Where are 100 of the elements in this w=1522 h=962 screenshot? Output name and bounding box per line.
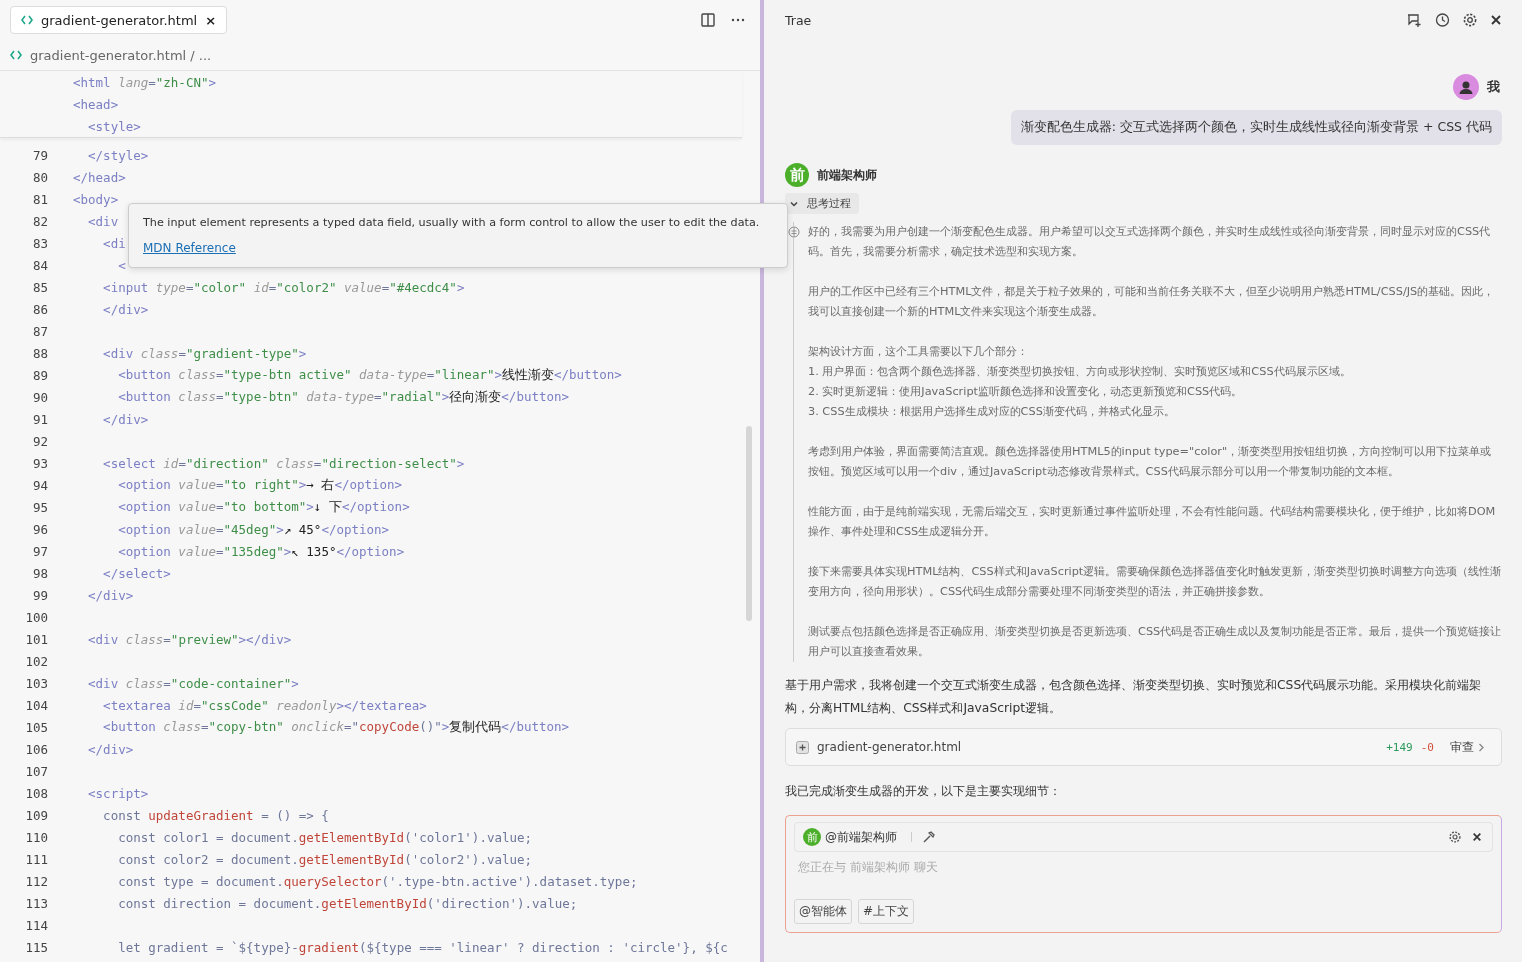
line-number: 114 xyxy=(24,917,49,933)
lines-removed: -0 xyxy=(1420,740,1434,754)
code-file-icon xyxy=(21,15,33,25)
line-number: 91 xyxy=(31,411,49,427)
close-icon[interactable] xyxy=(1490,14,1502,26)
history-icon[interactable] xyxy=(1434,12,1450,28)
line-number: 103 xyxy=(24,675,49,691)
line-number: 104 xyxy=(24,697,49,713)
line-number: 87 xyxy=(31,323,49,339)
line-number: 100 xyxy=(24,609,49,625)
assistant-name: 前端架构师 xyxy=(817,166,877,184)
code-line: <div class="code-container"> xyxy=(87,675,299,691)
close-icon[interactable] xyxy=(1472,832,1482,842)
thinking-toggle[interactable]: 思考过程 xyxy=(785,193,859,214)
code-line: const updateGradient = () => { xyxy=(102,807,329,823)
code-line: <select id="direction" class="direction-select"> xyxy=(102,455,465,471)
code-line: <button class="copy-btn" onclick="copyCode()">复制代码</button> xyxy=(102,718,570,736)
chat-input-field[interactable]: 您正在与 前端架构师 聊天 xyxy=(794,860,1493,874)
line-number: 82 xyxy=(31,213,49,229)
line-number: 98 xyxy=(31,565,49,581)
code-line: </div> xyxy=(87,741,134,757)
user-message: 渐变配色生成器: 交互式选择两个颜色，实时生成线性或径向渐变背景 + CSS 代码 xyxy=(1010,110,1502,145)
close-icon[interactable]: × xyxy=(205,12,217,28)
line-number: 112 xyxy=(24,873,49,889)
line-number: 102 xyxy=(24,653,49,669)
code-line: <button class="type-btn" data-type="radial">径向渐变</button> xyxy=(117,388,570,406)
line-number: 97 xyxy=(31,543,49,559)
file-tab[interactable]: gradient-generator.html × xyxy=(10,6,228,34)
breadcrumb[interactable]: gradient-generator.html / ... xyxy=(30,47,212,63)
code-file-icon xyxy=(10,50,22,60)
code-line: </div> xyxy=(102,411,149,427)
thinking-paragraph: 考虑到用户体验，界面需要简洁直观。颜色选择器使用HTML5的input type="color"，渐变类型用按钮组切换，方向控制可以用下拉菜单或按钮。预览区域可以用一个div，通过JavaScript动态修改背景样式。CSS代码展示部分可以用一个带复制功能的文本框。 xyxy=(808,444,1493,480)
scrollbar-thumb[interactable] xyxy=(746,426,752,621)
code-line: <option value="135deg">↖ 135°</option> xyxy=(117,543,405,559)
line-number: 92 xyxy=(31,433,49,449)
context-button[interactable]: @智能体 xyxy=(794,899,852,924)
line-number: 110 xyxy=(24,829,49,845)
line-number: 109 xyxy=(24,807,49,823)
line-number: 93 xyxy=(31,455,49,471)
thinking-paragraph: 接下来需要具体实现HTML结构、CSS样式和JavaScript逻辑。需要确保颜色选择器值变化时触发更新，渐变类型切换时调整方向选项（线性渐变用方向，径向用形状）。CSS代码生成部分需要处理不同渐变类型的语法，并正确拼接参数。 xyxy=(808,564,1502,600)
chevron-icon xyxy=(1478,742,1485,752)
user-avatar-icon xyxy=(1453,74,1479,100)
code-line: <di xyxy=(102,235,126,251)
code-line: <style> xyxy=(87,118,141,134)
agent-name: @前端架构师 xyxy=(825,828,897,846)
code-line: <script> xyxy=(87,785,149,801)
line-number: 80 xyxy=(31,169,49,185)
settings-icon[interactable] xyxy=(1462,12,1478,28)
thinking-paragraph: 架构设计方面，这个工具需要以下几个部分： 1. 用户界面：包含两个颜色选择器、渐变类型切换按钮、方向或形状控制、实时预览区域和CSS代码展示区域。 2. 实时更新逻辑：使用JavaScript监听颜色选择和设置变化，动态更新预览和CSS代码。 3. CSS生成模块：根据用户选择生成对应的CSS渐变代码，并格式化显示。 xyxy=(808,344,1352,420)
code-line: </div> xyxy=(87,587,134,603)
chat-input-box[interactable]: 前 @前端架构师 您正在与 前端架构师 聊天 @智能体 #上下文 xyxy=(785,815,1502,933)
line-number: 81 xyxy=(31,191,49,207)
line-number: 84 xyxy=(31,257,49,273)
line-number: 94 xyxy=(31,477,49,493)
code-line: </head> xyxy=(73,169,126,185)
thinking-paragraph: 性能方面，由于是纯前端实现，无需后端交互，实时更新通过事件监听处理，不会有性能问题。代码结构需要模块化，便于维护，比如将DOM操作、事件处理和CSS生成逻辑分开。 xyxy=(808,504,1497,540)
hammer-icon[interactable] xyxy=(922,830,936,844)
line-number: 113 xyxy=(24,895,49,911)
line-number: 85 xyxy=(31,279,49,295)
code-line: <body> xyxy=(73,191,119,207)
code-line: <div class="gradient-type"> xyxy=(102,345,307,361)
code-line: <option value="45deg">↗ 45°</option> xyxy=(117,521,390,537)
followup-paragraph: 我已完成渐变生成器的开发，以下是主要实现细节： xyxy=(785,783,1062,800)
line-number: 96 xyxy=(31,521,49,537)
review-button[interactable]: 审查 xyxy=(1450,738,1485,756)
mdn-reference-link[interactable]: MDN Reference xyxy=(143,241,236,255)
code-line: const color1 = document.getElementById('color1').value; xyxy=(117,829,533,845)
thinking-paragraph: 好的，我需要为用户创建一个渐变配色生成器。用户希望可以交互式选择两个颜色，并实时生成线性或径向渐变背景，同时显示对应的CSS代码。首先，我需要分析需求，确定技术选型和实现方案。 xyxy=(808,224,1492,260)
settings-icon[interactable] xyxy=(1448,830,1462,844)
code-line: </div> xyxy=(102,301,149,317)
user-name: 我 xyxy=(1487,78,1500,96)
lines-added: +149 xyxy=(1386,740,1413,754)
line-number: 115 xyxy=(24,939,49,955)
line-number: 99 xyxy=(31,587,49,603)
code-line: let gradient = `${type}-gradient(${type === 'linear' ? direction : 'circle'}, ${c xyxy=(117,939,728,955)
line-number: 83 xyxy=(31,235,49,251)
line-number: 79 xyxy=(31,147,49,163)
code-line: const direction = document.getElementById('direction').value; xyxy=(117,895,578,911)
code-line: <div xyxy=(87,213,119,229)
file-change-card[interactable]: gradient-generator.html +149 -0 审查 xyxy=(785,728,1502,766)
line-number: 95 xyxy=(31,499,49,515)
line-number: 108 xyxy=(24,785,49,801)
code-line: <html lang="zh-CN"> xyxy=(73,74,216,90)
code-line: <button class="type-btn active" data-type="linear">线性渐变</button> xyxy=(117,366,622,384)
line-number: 86 xyxy=(31,301,49,317)
expand-plus-icon[interactable] xyxy=(796,740,809,754)
context-button[interactable]: #上下文 xyxy=(858,899,915,924)
panel-title: Trae xyxy=(785,12,812,28)
line-number: 107 xyxy=(24,763,49,779)
answer-paragraph: 基于用户需求，我将创建一个交互式渐变生成器，包含颜色选择、渐变类型切换、实时预览和CSS代码展示功能。采用模块化前端架构，分离HTML结构、CSS样式和JavaScript逻辑。 xyxy=(785,677,1483,717)
thinking-paragraph: 测试要点包括颜色选择是否正确应用、渐变类型切换是否更新选项、CSS代码是否正确生成以及复制功能是否正常。最后，提供一个预览链接让用户可以直接查看效果。 xyxy=(808,624,1502,660)
split-editor-icon[interactable] xyxy=(700,12,716,28)
line-number: 90 xyxy=(31,389,49,405)
new-chat-icon[interactable] xyxy=(1406,12,1422,28)
agent-chip[interactable]: 前 @前端架构师 xyxy=(799,826,901,848)
line-number: 89 xyxy=(31,367,49,383)
thinking-paragraph: 用户的工作区中已经有三个HTML文件，都是关于粒子效果的，可能和当前任务关联不大，但至少说明用户熟悉HTML/CSS/JS的基础。因此，我可以直接创建一个新的HTML文件来实现这个渐变生成器。 xyxy=(808,284,1496,320)
code-line: const type = document.querySelector('.type-btn.active').dataset.type; xyxy=(117,873,638,889)
code-line: < xyxy=(117,257,126,273)
line-number: 88 xyxy=(31,345,49,361)
